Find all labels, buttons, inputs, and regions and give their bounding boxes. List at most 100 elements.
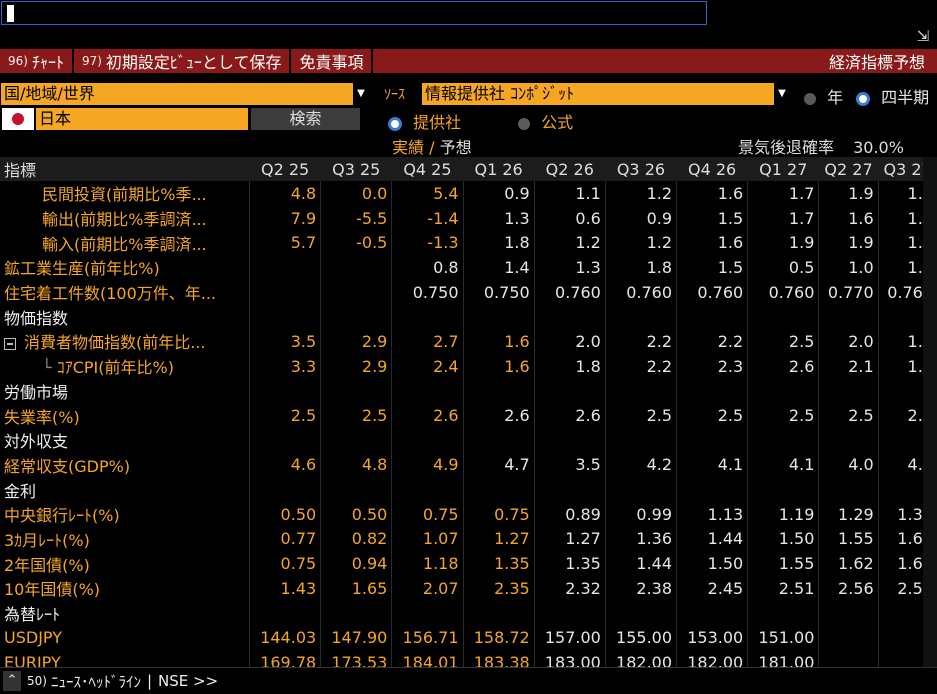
- indicator-name[interactable]: 10年国債(%): [0, 576, 250, 601]
- header-period[interactable]: Q2 26: [534, 157, 606, 181]
- cell-value: [462, 304, 535, 330]
- indicator-name[interactable]: 民間投資(前期比%季...: [0, 181, 250, 206]
- cell-value: [676, 427, 748, 453]
- table-row[interactable]: 2年国債(%) 0.75 0.94 1.18 1.35 1.35 1.44 1.50 1.55 1…: [0, 551, 937, 576]
- period-year-radio[interactable]: 年: [804, 84, 843, 108]
- header-period[interactable]: Q1 27: [747, 157, 819, 181]
- table-row[interactable]: 3ｶ月ﾚｰﾄ(%) 0.77 0.82 1.07 1.27 1.27 1.36 1.44 1.5…: [0, 526, 937, 552]
- table-row[interactable]: 住宅着工件数(100万件、年... 0.750 0.750 0.760 0.760 0.7…: [0, 279, 937, 305]
- cell-value: 1.6: [462, 353, 535, 379]
- table-row[interactable]: 輸入(前期比%季調済... 5.7 -0.5 -1.3 1.8 1.2 1.2 1.6 1.9 1…: [0, 230, 937, 256]
- indicator-name[interactable]: USDJPY: [0, 625, 250, 650]
- source-dropdown[interactable]: 情報提供社 ｺﾝﾎﾟｼﾞｯﾄ ▼: [422, 83, 790, 105]
- indicator-name[interactable]: 3ｶ月ﾚｰﾄ(%): [0, 527, 250, 552]
- table-row[interactable]: 中央銀行ﾚｰﾄ(%) 0.50 0.50 0.75 0.75 0.89 0.99 1.13 1.…: [0, 501, 937, 527]
- cell-value: 4.7: [462, 452, 535, 478]
- cell-value: [747, 600, 819, 626]
- menu-chart[interactable]: 96) ﾁｬｰﾄ: [0, 49, 74, 73]
- indicator-name[interactable]: 住宅着工件数(100万件、年...: [0, 280, 250, 305]
- table-row[interactable]: 経常収支(GDP%) 4.6 4.8 4.9 4.7 3.5 4.2 4.1 4.1 4.0 4.6: [0, 452, 937, 478]
- menu-save-default-view[interactable]: 97) 初期設定ﾋﾞｭｰとして保存: [74, 49, 292, 73]
- indicator-name[interactable]: 経常収支(GDP%): [0, 453, 250, 478]
- scrollbar[interactable]: [923, 157, 937, 667]
- table-row[interactable]: 民間投資(前期比%季... 4.8 0.0 5.4 0.9 1.1 1.2 1.6 1.7 1.9…: [0, 181, 937, 206]
- cell-value: [604, 304, 677, 330]
- expand-window-icon[interactable]: ⇲: [913, 26, 933, 46]
- indicator-name[interactable]: 2年国債(%): [0, 551, 250, 576]
- source-value: 情報提供社 ｺﾝﾎﾟｼﾞｯﾄ: [425, 84, 575, 103]
- header-period[interactable]: Q3 26: [605, 157, 677, 181]
- indicator-label: 消費者物価指数(前年比...: [24, 333, 206, 353]
- indicator-label: USDJPY: [4, 628, 62, 648]
- cell-value: 1.44: [676, 526, 748, 552]
- indicator-label: 輸入(前期比%季調済...: [42, 234, 207, 254]
- legend: 実績 / 予想: [392, 134, 472, 158]
- period-year-label: 年: [827, 88, 844, 107]
- cell-value: 2.6: [533, 403, 606, 428]
- region-dropdown[interactable]: 国/地域/世界 ▼: [1, 83, 369, 105]
- table-row[interactable]: 消費者物価指数(前年比... 3.5 2.9 2.7 1.6 2.0 2.2 2.2 2.5 2.…: [0, 329, 937, 354]
- indicator-name[interactable]: 失業率(%): [0, 403, 250, 428]
- cell-value: 2.5: [676, 403, 748, 428]
- menu-disclaimer[interactable]: 免責事項: [291, 49, 374, 73]
- provider-radio[interactable]: 提供社: [388, 109, 461, 133]
- page-title: 経済指標予想: [828, 53, 925, 72]
- header-indicator[interactable]: 指標: [0, 157, 250, 181]
- indicator-label: 住宅着工件数(100万件、年...: [4, 284, 217, 304]
- header-period[interactable]: Q2 25: [249, 157, 321, 181]
- cell-value: [320, 255, 392, 280]
- chevron-up-icon[interactable]: ⌃: [3, 671, 21, 691]
- cell-value: 2.56: [818, 576, 879, 601]
- cell-value: [604, 378, 677, 404]
- indicator-name[interactable]: 消費者物価指数(前年比...: [0, 329, 250, 354]
- news-feed[interactable]: NSE >>: [158, 672, 218, 690]
- indicator-label: 3ｶ月ﾚｰﾄ(%): [4, 530, 90, 550]
- radio-on-icon: [388, 116, 402, 131]
- cell-value: 2.2: [604, 353, 677, 379]
- header-period[interactable]: Q4 25: [391, 157, 464, 181]
- cell-value: [747, 477, 819, 502]
- cell-value: 0.770: [818, 279, 879, 305]
- recession-probability: 景気後退確率 30.0%: [738, 134, 904, 158]
- country-field[interactable]: 日本: [36, 108, 248, 130]
- indicator-name[interactable]: 中央銀行ﾚｰﾄ(%): [0, 502, 250, 527]
- news-headlines-link[interactable]: ﾆｭｰｽ･ﾍｯﾄﾞﾗｲﾝ: [51, 671, 141, 692]
- cell-value: 3.5: [533, 452, 606, 478]
- header-period[interactable]: Q1 26: [463, 157, 535, 181]
- table-row[interactable]: 輸出(前期比%季調済... 7.9 -5.5 -1.4 1.3 0.6 0.9 1.5 1.7 1…: [0, 205, 937, 231]
- indicator-label: 民間投資(前期比%季...: [42, 185, 207, 205]
- table-row[interactable]: 鉱工業生産(前年比%) 0.8 1.4 1.3 1.8 1.5 0.5 1.0 1.3: [0, 255, 937, 280]
- news-separator: |: [146, 672, 153, 690]
- table-row[interactable]: 失業率(%) 2.5 2.5 2.6 2.6 2.6 2.5 2.5 2.5 2.5 2.5: [0, 403, 937, 428]
- cell-value: 1.44: [604, 551, 677, 576]
- collapse-icon[interactable]: [4, 337, 16, 350]
- official-radio[interactable]: 公式: [518, 109, 573, 133]
- command-input[interactable]: [1, 1, 707, 25]
- period-quarter-radio[interactable]: 四半期: [856, 84, 929, 108]
- table-row[interactable]: └ ｺｱCPI(前年比%) 3.3 2.9 2.4 1.6 1.8 2.2 2.3 2.6 2.1…: [0, 353, 937, 379]
- indicator-name[interactable]: 輸入(前期比%季調済...: [0, 230, 250, 255]
- cell-value: 2.7: [391, 329, 464, 354]
- indicator-name[interactable]: 鉱工業生産(前年比%): [0, 255, 250, 280]
- table-row[interactable]: USDJPY 144.03 147.90 156.71 158.72 157.00 155.…: [0, 625, 937, 651]
- table-row[interactable]: 10年国債(%) 1.43 1.65 2.07 2.35 2.32 2.38 2.45 2.51…: [0, 576, 937, 601]
- cell-value: 1.43: [248, 576, 321, 601]
- cell-value: -1.4: [391, 205, 464, 231]
- cell-value: 1.9: [818, 181, 879, 206]
- cell-value: [248, 477, 321, 502]
- header-period[interactable]: Q4 26: [676, 157, 748, 181]
- search-button[interactable]: 検索: [251, 108, 360, 130]
- cell-value: 0.760: [533, 279, 606, 305]
- cell-value: 0.75: [248, 551, 321, 576]
- cell-value: [248, 600, 321, 626]
- cell-value: [818, 378, 879, 404]
- header-period[interactable]: Q3 25: [320, 157, 392, 181]
- cell-value: 1.3: [462, 205, 535, 231]
- header-period[interactable]: Q2 27: [818, 157, 879, 181]
- category-row: 労働市場: [0, 378, 937, 404]
- cell-value: 1.2: [604, 230, 677, 256]
- indicator-name[interactable]: └ ｺｱCPI(前年比%): [0, 354, 250, 379]
- indicator-name[interactable]: 輸出(前期比%季調済...: [0, 206, 250, 231]
- cell-value: 5.7: [248, 230, 321, 256]
- cell-value: 1.0: [818, 255, 879, 280]
